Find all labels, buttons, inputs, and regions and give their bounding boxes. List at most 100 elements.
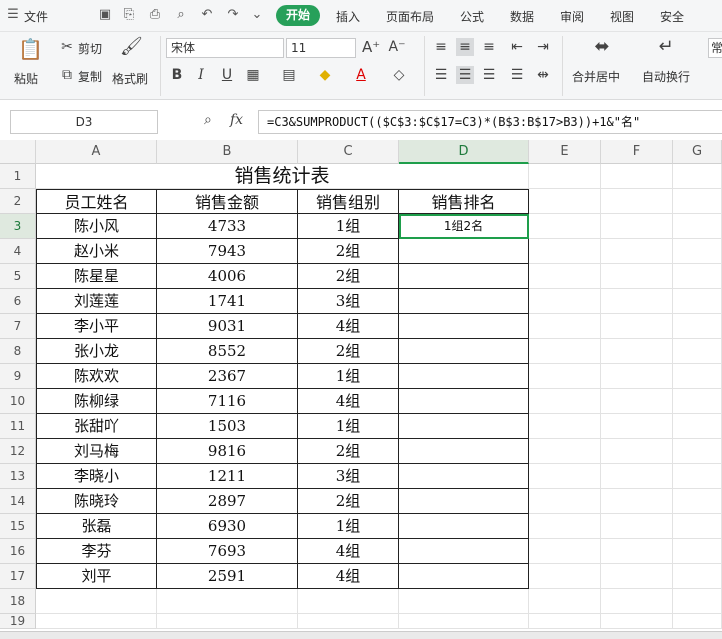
bold-icon[interactable]: B bbox=[168, 66, 186, 84]
empty-cell[interactable] bbox=[399, 614, 529, 629]
column-header-e[interactable]: E bbox=[529, 140, 601, 164]
empty-cell[interactable] bbox=[601, 214, 673, 239]
rank-cell[interactable] bbox=[399, 314, 529, 339]
empty-cell[interactable] bbox=[601, 414, 673, 439]
empty-cell[interactable] bbox=[601, 164, 673, 189]
empty-cell[interactable] bbox=[673, 539, 722, 564]
empty-cell[interactable] bbox=[157, 589, 298, 614]
column-header-f[interactable]: F bbox=[601, 140, 673, 164]
font-size-select[interactable]: 11 bbox=[286, 38, 356, 58]
table-cell[interactable]: 刘马梅 bbox=[36, 439, 157, 464]
paste-icon[interactable]: 📋 bbox=[18, 39, 43, 64]
align-top-icon[interactable]: ≡ bbox=[432, 38, 450, 56]
empty-cell[interactable] bbox=[36, 589, 157, 614]
empty-cell[interactable] bbox=[601, 489, 673, 514]
empty-cell[interactable] bbox=[529, 539, 601, 564]
table-cell[interactable]: 李小平 bbox=[36, 314, 157, 339]
empty-cell[interactable] bbox=[36, 614, 157, 629]
empty-cell[interactable] bbox=[673, 589, 722, 614]
rank-cell[interactable] bbox=[399, 339, 529, 364]
row-header[interactable]: 13 bbox=[0, 464, 36, 489]
empty-cell[interactable] bbox=[529, 364, 601, 389]
row-header[interactable]: 5 bbox=[0, 264, 36, 289]
row-header[interactable]: 10 bbox=[0, 389, 36, 414]
empty-cell[interactable] bbox=[529, 164, 601, 189]
table-cell[interactable]: 1组 bbox=[298, 364, 399, 389]
table-cell[interactable]: 陈小风 bbox=[36, 214, 157, 239]
print-preview-icon[interactable]: ⌕ bbox=[174, 8, 188, 22]
row-header[interactable]: 8 bbox=[0, 339, 36, 364]
empty-cell[interactable] bbox=[529, 389, 601, 414]
tab-security[interactable]: 安全 bbox=[660, 8, 684, 25]
fx-icon[interactable]: fx bbox=[230, 112, 243, 128]
table-cell[interactable]: 7693 bbox=[157, 539, 298, 564]
selected-cell-d3[interactable]: 1组2名 bbox=[399, 214, 529, 239]
print-icon[interactable]: ⎙ bbox=[148, 8, 162, 22]
justify-icon[interactable]: ☰ bbox=[508, 66, 526, 84]
empty-cell[interactable] bbox=[529, 614, 601, 629]
empty-cell[interactable] bbox=[673, 389, 722, 414]
row-header[interactable]: 7 bbox=[0, 314, 36, 339]
row-header[interactable]: 18 bbox=[0, 589, 36, 614]
undo-icon[interactable]: ↶ bbox=[200, 8, 214, 22]
empty-cell[interactable] bbox=[601, 389, 673, 414]
formula-input[interactable]: =C3&SUMPRODUCT(($C$3:$C$17=C3)*(B$3:B$17… bbox=[258, 110, 722, 134]
table-cell[interactable]: 2组 bbox=[298, 489, 399, 514]
empty-cell[interactable] bbox=[601, 264, 673, 289]
number-format-select[interactable]: 常 bbox=[708, 38, 722, 58]
align-middle-icon[interactable]: ≡ bbox=[456, 38, 474, 56]
empty-cell[interactable] bbox=[673, 364, 722, 389]
empty-cell[interactable] bbox=[601, 614, 673, 629]
row-header[interactable]: 14 bbox=[0, 489, 36, 514]
empty-cell[interactable] bbox=[601, 339, 673, 364]
empty-cell[interactable] bbox=[601, 589, 673, 614]
empty-cell[interactable] bbox=[673, 339, 722, 364]
cell-style-icon[interactable]: ▤ bbox=[280, 66, 298, 84]
format-painter-icon[interactable]: 🖌 bbox=[120, 38, 143, 60]
empty-cell[interactable] bbox=[673, 214, 722, 239]
table-cell[interactable]: 4733 bbox=[157, 214, 298, 239]
table-cell[interactable]: 陈星星 bbox=[36, 264, 157, 289]
column-header-a[interactable]: A bbox=[36, 140, 157, 164]
table-cell[interactable]: 2367 bbox=[157, 364, 298, 389]
row-header[interactable]: 19 bbox=[0, 614, 36, 629]
empty-cell[interactable] bbox=[601, 364, 673, 389]
table-cell[interactable]: 1组 bbox=[298, 214, 399, 239]
row-header[interactable]: 1 bbox=[0, 164, 36, 189]
export-icon[interactable]: ⎘ bbox=[122, 8, 136, 22]
clear-icon[interactable]: ◇ bbox=[390, 66, 408, 84]
empty-cell[interactable] bbox=[601, 289, 673, 314]
rank-cell[interactable] bbox=[399, 439, 529, 464]
table-cell[interactable]: 2591 bbox=[157, 564, 298, 589]
table-cell[interactable]: 陈晓玲 bbox=[36, 489, 157, 514]
menu-icon[interactable]: ☰ bbox=[6, 8, 20, 22]
empty-cell[interactable] bbox=[673, 414, 722, 439]
table-cell[interactable]: 赵小米 bbox=[36, 239, 157, 264]
align-right-icon[interactable]: ☰ bbox=[480, 66, 498, 84]
row-header[interactable]: 15 bbox=[0, 514, 36, 539]
empty-cell[interactable] bbox=[673, 164, 722, 189]
tab-formulas[interactable]: 公式 bbox=[460, 8, 484, 25]
table-cell[interactable]: 3组 bbox=[298, 289, 399, 314]
table-cell[interactable]: 2组 bbox=[298, 239, 399, 264]
save-icon[interactable]: ▣ bbox=[98, 8, 112, 22]
empty-cell[interactable] bbox=[399, 589, 529, 614]
table-cell[interactable]: 张磊 bbox=[36, 514, 157, 539]
indent-decrease-icon[interactable]: ⇤ bbox=[508, 38, 526, 56]
select-all-corner[interactable] bbox=[0, 140, 36, 164]
empty-cell[interactable] bbox=[673, 189, 722, 214]
empty-cell[interactable] bbox=[601, 189, 673, 214]
table-cell[interactable]: 1组 bbox=[298, 414, 399, 439]
more-icon[interactable]: ⌄ bbox=[250, 8, 264, 22]
table-cell[interactable]: 2897 bbox=[157, 489, 298, 514]
empty-cell[interactable] bbox=[601, 564, 673, 589]
zoom-icon[interactable]: ⌕ bbox=[204, 112, 212, 128]
empty-cell[interactable] bbox=[157, 614, 298, 629]
fill-color-icon[interactable]: ◆ bbox=[316, 66, 334, 84]
table-cell[interactable]: 1503 bbox=[157, 414, 298, 439]
merge-center-icon[interactable]: ⬌ bbox=[590, 38, 614, 62]
empty-cell[interactable] bbox=[673, 439, 722, 464]
cut-icon[interactable]: ✂ bbox=[58, 38, 76, 56]
empty-cell[interactable] bbox=[529, 589, 601, 614]
empty-cell[interactable] bbox=[529, 264, 601, 289]
